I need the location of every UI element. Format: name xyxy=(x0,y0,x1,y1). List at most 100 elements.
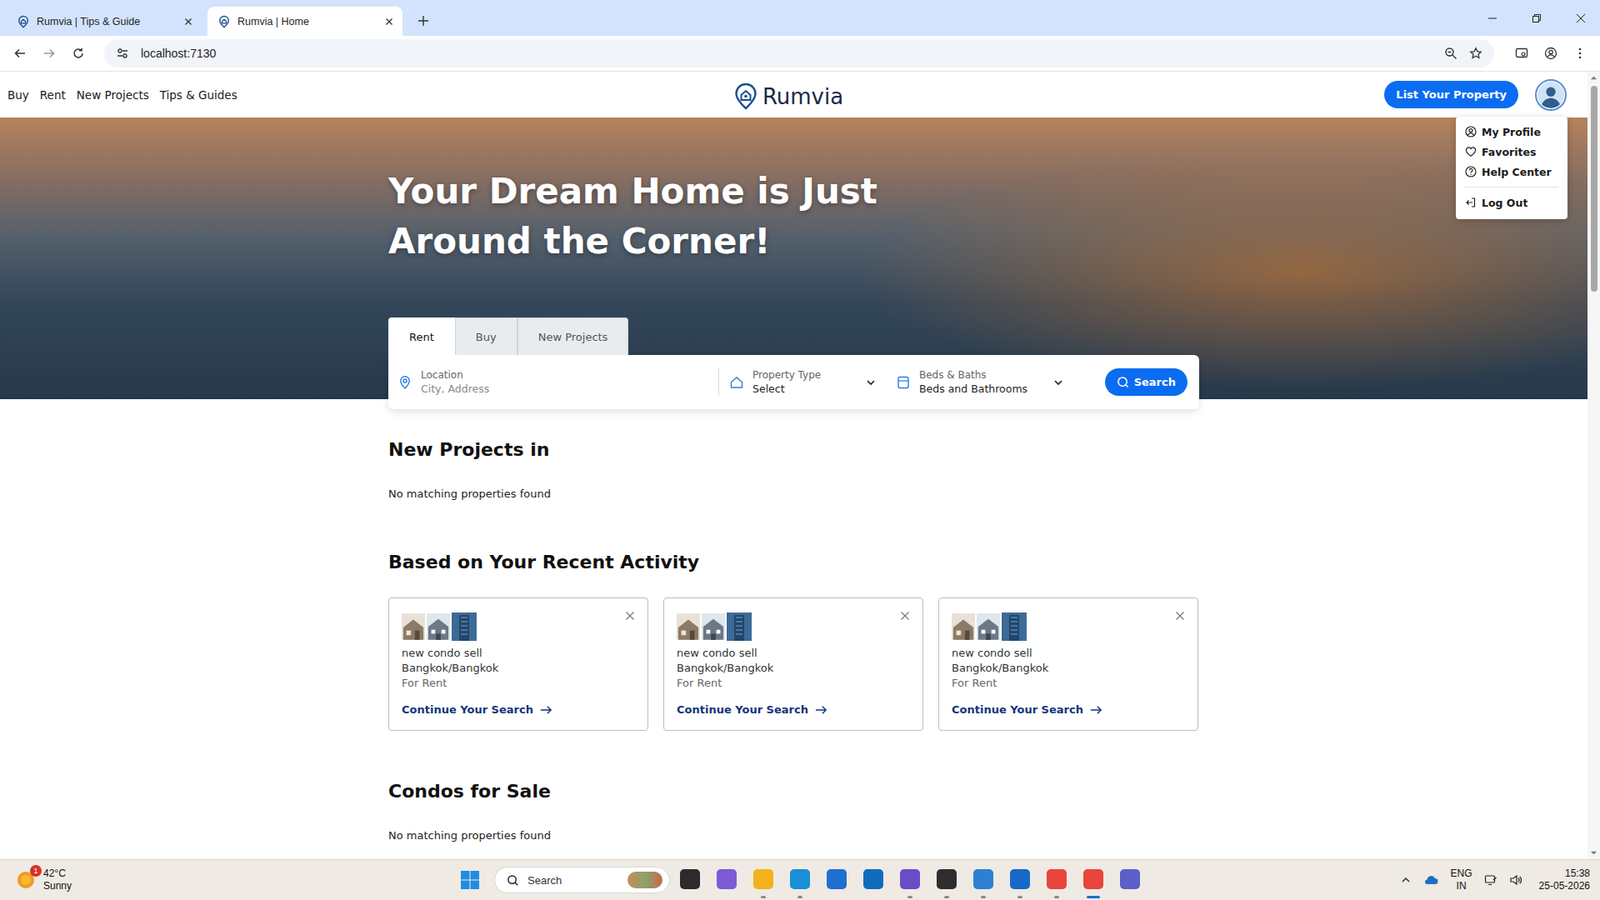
taskbar-app[interactable] xyxy=(930,860,964,900)
close-icon[interactable] xyxy=(900,610,910,621)
running-indicator xyxy=(980,895,986,899)
reload-button[interactable] xyxy=(65,40,92,67)
scroll-down-icon[interactable] xyxy=(1590,849,1598,857)
minimize-button[interactable] xyxy=(1473,0,1512,36)
search-tab[interactable]: Rent xyxy=(388,317,455,355)
house-photo-icon xyxy=(701,612,725,641)
menu-item[interactable]: Log Out xyxy=(1465,192,1559,213)
nav-link[interactable]: Tips & Guides xyxy=(160,88,238,102)
content: New Projects inNo matching properties fo… xyxy=(388,399,1200,844)
tab-title: Rumvia | Home xyxy=(237,15,378,28)
scrollbar[interactable] xyxy=(1587,71,1600,860)
continue-search-link[interactable]: Continue Your Search xyxy=(676,703,910,716)
taskbar-app[interactable] xyxy=(820,860,854,900)
house-photo-icon xyxy=(401,612,425,641)
list-property-button[interactable]: List Your Property xyxy=(1384,80,1519,109)
tower-photo-icon xyxy=(451,612,477,641)
taskbar-app[interactable] xyxy=(893,860,927,900)
user-avatar[interactable] xyxy=(1535,79,1567,111)
site-info-icon[interactable] xyxy=(115,46,130,60)
card-location: Bangkok/Bangkok xyxy=(951,660,1185,676)
network-icon[interactable] xyxy=(1484,873,1498,887)
scrollbar-thumb[interactable] xyxy=(1590,85,1598,292)
menu-item[interactable]: My Profile xyxy=(1465,121,1559,142)
logo[interactable]: Rumvia xyxy=(730,78,844,112)
taskbar-app[interactable] xyxy=(1113,860,1147,900)
app-icon xyxy=(973,869,994,890)
nav-link[interactable]: Rent xyxy=(40,88,66,102)
close-icon[interactable] xyxy=(183,16,194,27)
tab-search-button[interactable] xyxy=(1508,40,1535,67)
menu-item[interactable]: Favorites xyxy=(1465,141,1559,162)
app-icon xyxy=(716,869,737,890)
forward-button[interactable] xyxy=(35,40,63,67)
kebab-menu-icon xyxy=(1573,46,1587,60)
clock[interactable]: 15:3825-05-2026 xyxy=(1539,867,1590,893)
search-button[interactable]: Search xyxy=(1105,368,1188,396)
close-window-button[interactable] xyxy=(1561,0,1600,36)
taskbar-search[interactable]: Search xyxy=(494,866,670,894)
taskbar-app[interactable] xyxy=(1003,860,1037,900)
browser-tab[interactable]: Rumvia | Tips & Guide xyxy=(6,6,202,36)
taskbar-app[interactable] xyxy=(1040,860,1074,900)
close-icon[interactable] xyxy=(384,16,395,27)
cloud-icon[interactable] xyxy=(1422,874,1440,886)
taskbar-app[interactable] xyxy=(673,860,707,900)
star-icon[interactable] xyxy=(1469,46,1483,60)
site-header: Buy Rent New Projects Tips & Guides Rumvia Li… xyxy=(0,71,1588,118)
profile-button[interactable] xyxy=(1537,40,1565,67)
close-icon[interactable] xyxy=(625,610,635,621)
nav-link[interactable]: Buy xyxy=(7,88,30,102)
search-field[interactable]: Property TypeSelect xyxy=(719,368,886,396)
address-bar[interactable]: localhost:7130 xyxy=(104,39,1495,68)
taskbar-app[interactable] xyxy=(710,860,744,900)
app-icon xyxy=(900,869,920,890)
restore-button[interactable] xyxy=(1517,0,1556,36)
chevron-up-icon[interactable] xyxy=(1400,875,1411,885)
recent-search-card[interactable]: new condo sellBangkok/BangkokFor RentCon… xyxy=(938,597,1199,731)
app-icon xyxy=(1010,869,1030,890)
tab-title: Rumvia | Tips & Guide xyxy=(36,15,177,28)
field-value: City, Address xyxy=(420,381,490,396)
menu-item[interactable]: Help Center xyxy=(1465,161,1559,182)
taskbar-app[interactable] xyxy=(856,860,890,900)
taskbar-app[interactable] xyxy=(746,860,780,900)
search-tab[interactable]: New Projects xyxy=(517,317,630,355)
language-indicator[interactable]: ENGIN xyxy=(1450,867,1473,893)
house-photo-icon xyxy=(676,612,700,641)
running-indicator xyxy=(724,895,730,899)
menu-button[interactable] xyxy=(1566,40,1594,67)
plus-icon[interactable] xyxy=(416,14,430,28)
taskbar-app[interactable] xyxy=(966,860,1000,900)
continue-search-link[interactable]: Continue Your Search xyxy=(951,703,1185,716)
continue-search-link[interactable]: Continue Your Search xyxy=(401,703,635,716)
scroll-up-icon[interactable] xyxy=(1590,74,1598,82)
tab-strip: Rumvia | Tips & Guide Rumvia | Home xyxy=(0,0,1600,36)
card-title: new condo sell xyxy=(401,645,635,661)
recent-search-card[interactable]: new condo sellBangkok/BangkokFor RentCon… xyxy=(663,597,924,731)
back-button[interactable] xyxy=(6,40,34,67)
date: 25-05-2026 xyxy=(1539,880,1590,893)
browser-tab[interactable]: Rumvia | Home xyxy=(207,6,403,36)
section-title: New Projects in xyxy=(388,437,1200,463)
volume-icon[interactable] xyxy=(1509,873,1523,887)
field-value: Select xyxy=(752,381,821,396)
taskbar-app[interactable] xyxy=(783,860,817,900)
field-label: Property Type xyxy=(752,368,821,382)
search-field[interactable]: LocationCity, Address xyxy=(388,368,720,396)
taskbar-app[interactable] xyxy=(1076,860,1110,900)
weather-widget[interactable]: 142°CSunny xyxy=(15,867,454,893)
search-tab[interactable]: Buy xyxy=(455,317,518,355)
house-photo-icon xyxy=(951,612,975,641)
running-indicator xyxy=(1054,895,1060,899)
card-location: Bangkok/Bangkok xyxy=(401,660,635,676)
nav-link[interactable]: New Projects xyxy=(76,88,150,102)
zoom-icon[interactable] xyxy=(1444,46,1458,60)
search-field[interactable]: Beds & BathsBeds and Bathrooms xyxy=(885,368,1074,396)
menu-divider xyxy=(1465,186,1559,188)
search-icon xyxy=(1116,375,1130,389)
close-icon[interactable] xyxy=(1175,610,1185,621)
start-button[interactable] xyxy=(453,863,487,897)
field-label: Location xyxy=(420,368,490,382)
recent-search-card[interactable]: new condo sellBangkok/BangkokFor RentCon… xyxy=(388,597,649,731)
